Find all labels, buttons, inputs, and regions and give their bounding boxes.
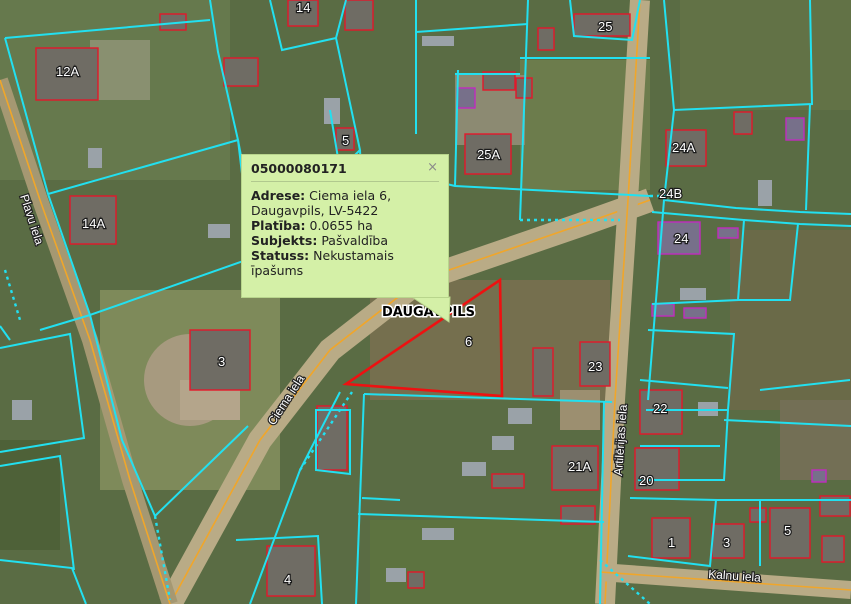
- popup-field-status: Statuss: Nekustamais īpašums: [251, 248, 394, 278]
- popup-title: 05000080171: [251, 161, 439, 182]
- close-icon[interactable]: ×: [427, 160, 438, 175]
- parcel-label: 24A: [672, 140, 695, 155]
- parcel-label: 25A: [477, 147, 500, 162]
- parcel-label: 1: [668, 535, 675, 550]
- parcel-label: 24: [674, 231, 688, 246]
- parcel-label: 5: [342, 133, 349, 148]
- parcel-label: 4: [284, 572, 291, 587]
- parcel-label: 12A: [56, 64, 79, 79]
- parcel-label: 14A: [82, 216, 105, 231]
- parcel-label: 22: [653, 401, 667, 416]
- popup-field-subject: Subjekts: Pašvaldība: [251, 233, 389, 248]
- popup-field-area: Platība: 0.0655 ha: [251, 218, 373, 233]
- map-canvas[interactable]: 14 25 12A 5 25A 24A 24B 14A 24 3 6 23 22…: [0, 0, 851, 604]
- parcel-label: 3: [723, 535, 730, 550]
- parcel-label: 24B: [659, 186, 682, 201]
- parcel-label: 20: [639, 473, 653, 488]
- parcel-label: 14: [296, 0, 310, 15]
- parcel-label: 3: [218, 354, 225, 369]
- parcel-label: 25: [598, 19, 612, 34]
- parcel-label: 21A: [568, 459, 591, 474]
- parcel-info-popup: × 05000080171 Adrese: Ciema iela 6, Daug…: [241, 154, 449, 298]
- popup-field-address: Adrese: Ciema iela 6, Daugavpils, LV-542…: [251, 188, 392, 218]
- parcel-label: 23: [588, 359, 602, 374]
- map-layer[interactable]: 14 25 12A 5 25A 24A 24B 14A 24 3 6 23 22…: [0, 0, 851, 604]
- parcel-label-selected: 6: [465, 334, 472, 349]
- parcel-label: 5: [784, 523, 791, 538]
